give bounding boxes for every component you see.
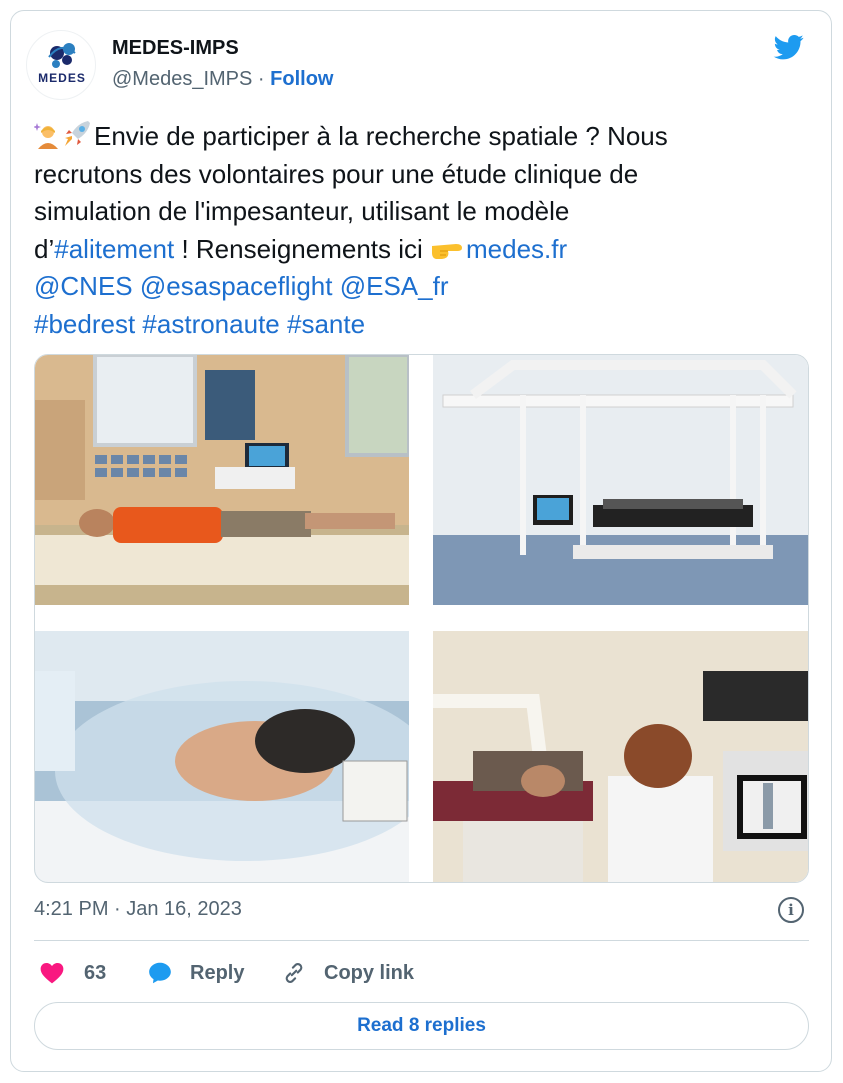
hashtag-bedrest[interactable]: #bedrest <box>34 309 135 339</box>
photo-dexa-scan[interactable] <box>433 631 808 882</box>
pointing-hand-emoji-icon <box>432 243 463 259</box>
speech-bubble-icon <box>149 962 171 984</box>
read-replies-button[interactable]: Read 8 replies <box>34 1002 809 1050</box>
hashtag-astronaute[interactable]: #astronaute <box>142 309 279 339</box>
like-count: 63 <box>84 961 107 984</box>
tweet-line-4: d’#alitement ! Renseignements ici medes.… <box>34 231 794 269</box>
copy-link-label: Copy link <box>324 961 415 984</box>
hashtag-sante[interactable]: #sante <box>287 309 365 339</box>
photo-bedroom[interactable] <box>35 355 409 605</box>
link-icon <box>285 963 303 983</box>
action-bar: 63 Reply Copy link <box>34 956 809 990</box>
author-handle[interactable]: @Medes_IMPS <box>112 68 252 90</box>
mention-esaspaceflight[interactable]: @esaspaceflight <box>140 271 333 301</box>
photo-tilted-bed-rig[interactable] <box>433 355 808 605</box>
divider <box>34 940 809 941</box>
tweet-line-2: recrutons des volontaires pour une étude… <box>34 158 639 189</box>
mention-esa-fr[interactable]: @ESA_fr <box>340 271 449 301</box>
tweet-line-1: Envie de participer à la recherche spati… <box>34 118 794 156</box>
medes-logo-icon <box>48 43 76 68</box>
media-grid <box>34 354 809 883</box>
link-medes[interactable]: medes.fr <box>466 234 567 264</box>
author-handle-row: @Medes_IMPS · Follow <box>112 68 333 91</box>
tweet-timestamp[interactable]: 4:21 PM · Jan 16, 2023 <box>34 898 242 921</box>
handle-separator: · <box>257 68 265 90</box>
heart-icon <box>40 963 64 984</box>
avatar-label: MEDES <box>38 71 86 85</box>
follow-button[interactable]: Follow <box>270 68 333 90</box>
tweet-line-5: @CNES @esaspaceflight @ESA_fr <box>34 268 794 306</box>
author-name[interactable]: MEDES-IMPS <box>112 37 239 60</box>
info-icon[interactable]: i <box>778 897 804 923</box>
tweet-text: Envie de participer à la recherche spati… <box>34 118 794 343</box>
author-avatar[interactable]: MEDES <box>26 30 96 100</box>
twitter-bird-icon[interactable] <box>772 32 806 62</box>
rocket-emoji-icon <box>65 121 90 146</box>
copy-link-button[interactable]: Copy link <box>280 956 414 990</box>
tweet-header: MEDES MEDES-IMPS @Medes_IMPS · Follow <box>26 30 816 100</box>
tweet-line-3: simulation de l'impesanteur, utilisant l… <box>34 196 570 226</box>
line-4-middle: ! Renseignements ici <box>174 233 431 264</box>
sparkle-person-emoji-icon <box>34 123 58 149</box>
line-4-prefix: d’ <box>34 233 55 264</box>
photo-helmet-subject[interactable] <box>35 631 409 882</box>
hashtag-alitement[interactable]: #alitement <box>54 234 174 264</box>
mention-cnes[interactable]: @CNES <box>34 271 133 301</box>
like-button[interactable]: 63 <box>38 956 106 990</box>
tweet-line-6: #bedrest #astronaute #sante <box>34 306 794 344</box>
reply-button[interactable]: Reply <box>146 956 244 990</box>
reply-label: Reply <box>190 961 245 984</box>
